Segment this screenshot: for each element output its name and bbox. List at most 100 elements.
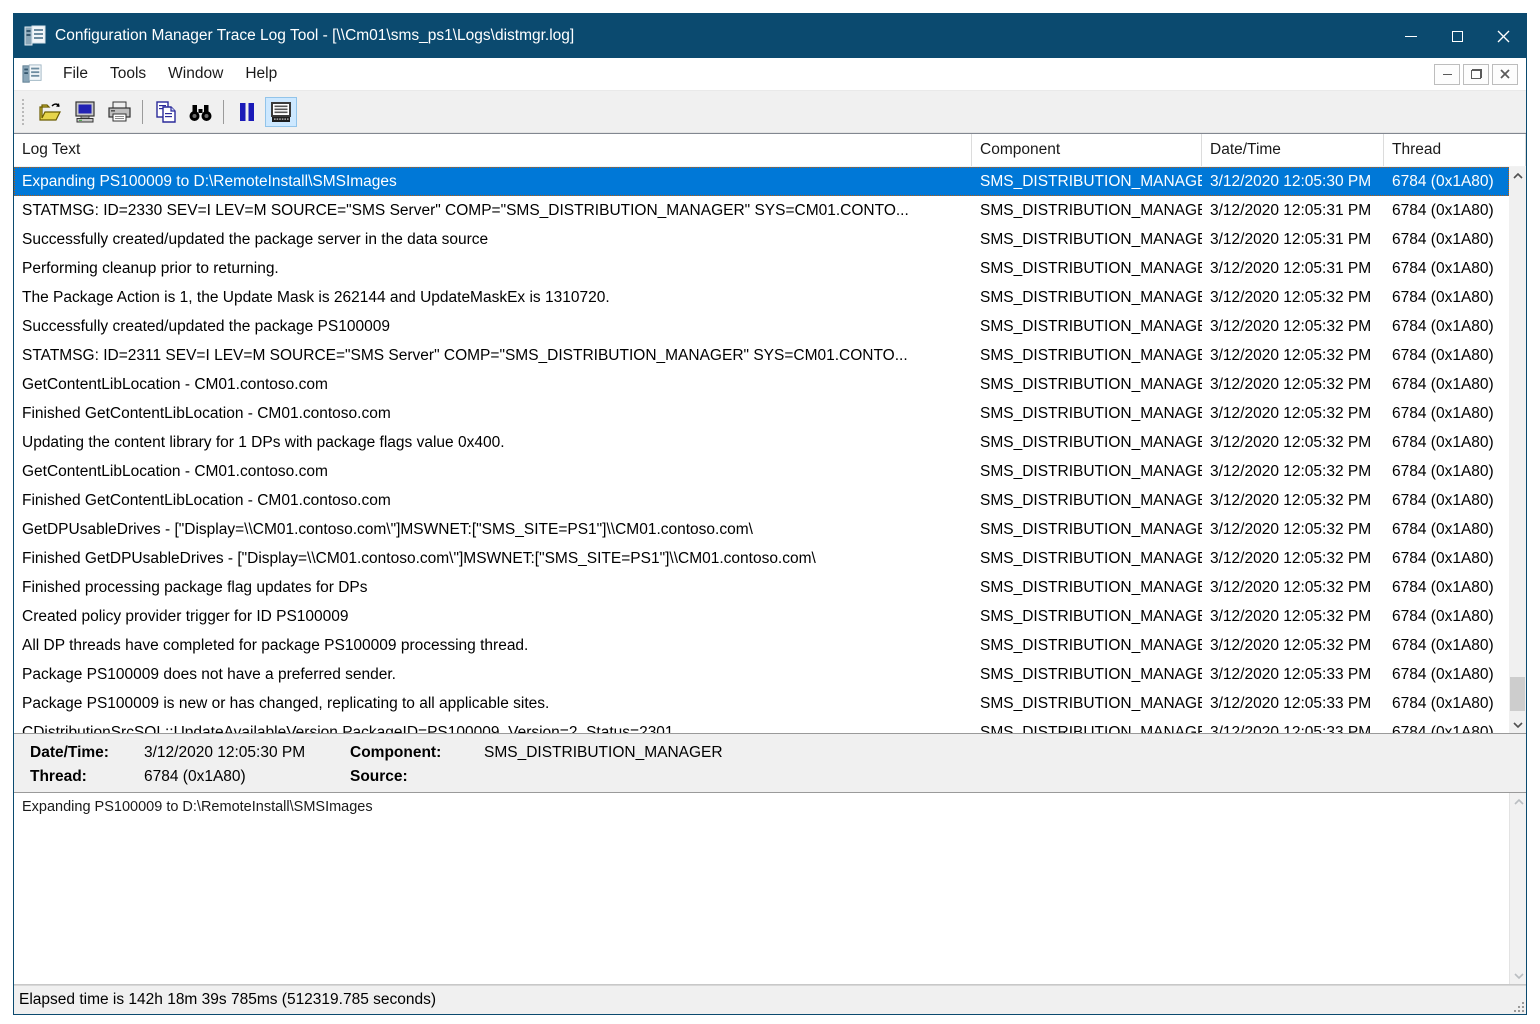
binoculars-icon [188, 101, 213, 123]
mdi-restore-button[interactable] [1463, 64, 1489, 85]
log-row[interactable]: Finished GetContentLibLocation - CM01.co… [14, 399, 1509, 428]
log-row[interactable]: CDistributionSrcSQL::UpdateAvailableVers… [14, 718, 1509, 733]
print-button[interactable] [103, 97, 135, 127]
log-row[interactable]: Successfully created/updated the package… [14, 225, 1509, 254]
log-row[interactable]: GetContentLibLocation - CM01.contoso.com… [14, 370, 1509, 399]
cell-component: SMS_DISTRIBUTION_MANAGER [972, 260, 1202, 278]
column-header-component[interactable]: Component [972, 134, 1202, 166]
cell-datetime: 3/12/2020 12:05:32 PM [1202, 463, 1384, 481]
cell-component: SMS_DISTRIBUTION_MANAGER [972, 463, 1202, 481]
find-button[interactable] [184, 97, 216, 127]
mdi-minimize-button[interactable] [1434, 64, 1460, 85]
cell-logtext: Updating the content library for 1 DPs w… [14, 434, 972, 452]
toolbar-separator [223, 100, 224, 124]
log-row[interactable]: STATMSG: ID=2330 SEV=I LEV=M SOURCE="SMS… [14, 196, 1509, 225]
log-row[interactable]: All DP threads have completed for packag… [14, 631, 1509, 660]
cell-logtext: All DP threads have completed for packag… [14, 637, 972, 655]
cell-logtext: Finished GetDPUsableDrives - ["Display=\… [14, 550, 972, 568]
detail-component-label: Component: [350, 744, 484, 762]
cell-logtext: GetContentLibLocation - CM01.contoso.com [14, 376, 972, 394]
cell-component: SMS_DISTRIBUTION_MANAGER [972, 405, 1202, 423]
log-row[interactable]: Package PS100009 is new or has changed, … [14, 689, 1509, 718]
maximize-icon [1452, 31, 1463, 42]
log-row[interactable]: Successfully created/updated the package… [14, 312, 1509, 341]
minimize-button[interactable] [1388, 14, 1434, 58]
log-row[interactable]: GetDPUsableDrives - ["Display=\\CM01.con… [14, 515, 1509, 544]
message-scrollbar[interactable] [1509, 793, 1526, 984]
cell-thread: 6784 (0x1A80) [1384, 202, 1509, 220]
cell-component: SMS_DISTRIBUTION_MANAGER [972, 521, 1202, 539]
cell-component: SMS_DISTRIBUTION_MANAGER [972, 347, 1202, 365]
scrollbar-thumb[interactable] [1510, 677, 1525, 711]
detail-datetime-value: 3/12/2020 12:05:30 PM [144, 744, 350, 762]
log-row[interactable]: Created policy provider trigger for ID P… [14, 602, 1509, 631]
cell-logtext: Finished processing package flag updates… [14, 579, 972, 597]
log-row[interactable]: Package PS100009 does not have a preferr… [14, 660, 1509, 689]
cell-component: SMS_DISTRIBUTION_MANAGER [972, 173, 1202, 191]
maximize-button[interactable] [1434, 14, 1480, 58]
cell-logtext: The Package Action is 1, the Update Mask… [14, 289, 972, 307]
open-file-button[interactable] [35, 97, 67, 127]
toolbar-grip[interactable] [22, 99, 26, 125]
cell-thread: 6784 (0x1A80) [1384, 550, 1509, 568]
minimize-icon [1405, 36, 1417, 37]
cell-component: SMS_DISTRIBUTION_MANAGER [972, 202, 1202, 220]
printer-icon [107, 100, 132, 123]
column-header-logtext[interactable]: Log Text [14, 134, 972, 166]
log-row[interactable]: Updating the content library for 1 DPs w… [14, 428, 1509, 457]
cell-thread: 6784 (0x1A80) [1384, 463, 1509, 481]
cell-thread: 6784 (0x1A80) [1384, 521, 1509, 539]
cell-thread: 6784 (0x1A80) [1384, 318, 1509, 336]
log-row[interactable]: Finished processing package flag updates… [14, 573, 1509, 602]
log-row[interactable]: GetContentLibLocation - CM01.contoso.com… [14, 457, 1509, 486]
cell-datetime: 3/12/2020 12:05:32 PM [1202, 608, 1384, 626]
scroll-down-icon[interactable] [1510, 967, 1526, 984]
cell-component: SMS_DISTRIBUTION_MANAGER [972, 666, 1202, 684]
computer-icon [73, 100, 97, 124]
close-button[interactable] [1480, 14, 1526, 58]
log-row[interactable]: Finished GetDPUsableDrives - ["Display=\… [14, 544, 1509, 573]
open-folder-icon [38, 101, 64, 123]
log-row[interactable]: Performing cleanup prior to returning.SM… [14, 254, 1509, 283]
cell-logtext: Package PS100009 does not have a preferr… [14, 666, 972, 684]
resize-grip-icon[interactable] [1510, 998, 1524, 1012]
cell-thread: 6784 (0x1A80) [1384, 289, 1509, 307]
menu-window[interactable]: Window [157, 61, 234, 87]
log-list: Expanding PS100009 to D:\RemoteInstall\S… [14, 167, 1526, 733]
menu-tools[interactable]: Tools [99, 61, 157, 87]
scroll-down-icon[interactable] [1509, 716, 1526, 733]
column-header-datetime[interactable]: Date/Time [1202, 134, 1384, 166]
scroll-up-icon[interactable] [1509, 167, 1526, 184]
cell-logtext: GetDPUsableDrives - ["Display=\\CM01.con… [14, 521, 972, 539]
menu-file[interactable]: File [52, 61, 99, 87]
mdi-minimize-icon [1443, 74, 1452, 75]
cell-component: SMS_DISTRIBUTION_MANAGER [972, 695, 1202, 713]
cell-component: SMS_DISTRIBUTION_MANAGER [972, 550, 1202, 568]
cell-logtext: GetContentLibLocation - CM01.contoso.com [14, 463, 972, 481]
cell-datetime: 3/12/2020 12:05:33 PM [1202, 724, 1384, 734]
cell-logtext: Package PS100009 is new or has changed, … [14, 695, 972, 713]
show-detail-pane-button[interactable] [265, 97, 297, 127]
mdi-close-icon [1500, 69, 1510, 79]
log-row[interactable]: STATMSG: ID=2311 SEV=I LEV=M SOURCE="SMS… [14, 341, 1509, 370]
cell-component: SMS_DISTRIBUTION_MANAGER [972, 724, 1202, 734]
open-remote-button[interactable] [69, 97, 101, 127]
list-scrollbar[interactable] [1509, 167, 1526, 733]
cell-component: SMS_DISTRIBUTION_MANAGER [972, 376, 1202, 394]
column-header-thread[interactable]: Thread [1384, 134, 1526, 166]
close-icon [1497, 30, 1510, 43]
cell-thread: 6784 (0x1A80) [1384, 579, 1509, 597]
cell-datetime: 3/12/2020 12:05:31 PM [1202, 202, 1384, 220]
pause-button[interactable] [231, 97, 263, 127]
cell-datetime: 3/12/2020 12:05:32 PM [1202, 405, 1384, 423]
message-box[interactable]: Expanding PS100009 to D:\RemoteInstall\S… [14, 793, 1526, 985]
log-row[interactable]: Finished GetContentLibLocation - CM01.co… [14, 486, 1509, 515]
copy-button[interactable] [150, 97, 182, 127]
cell-thread: 6784 (0x1A80) [1384, 434, 1509, 452]
scroll-up-icon[interactable] [1510, 793, 1526, 810]
log-row[interactable]: The Package Action is 1, the Update Mask… [14, 283, 1509, 312]
menu-help[interactable]: Help [234, 61, 288, 87]
mdi-close-button[interactable] [1492, 64, 1518, 85]
cell-logtext: Finished GetContentLibLocation - CM01.co… [14, 492, 972, 510]
log-row[interactable]: Expanding PS100009 to D:\RemoteInstall\S… [14, 167, 1509, 196]
